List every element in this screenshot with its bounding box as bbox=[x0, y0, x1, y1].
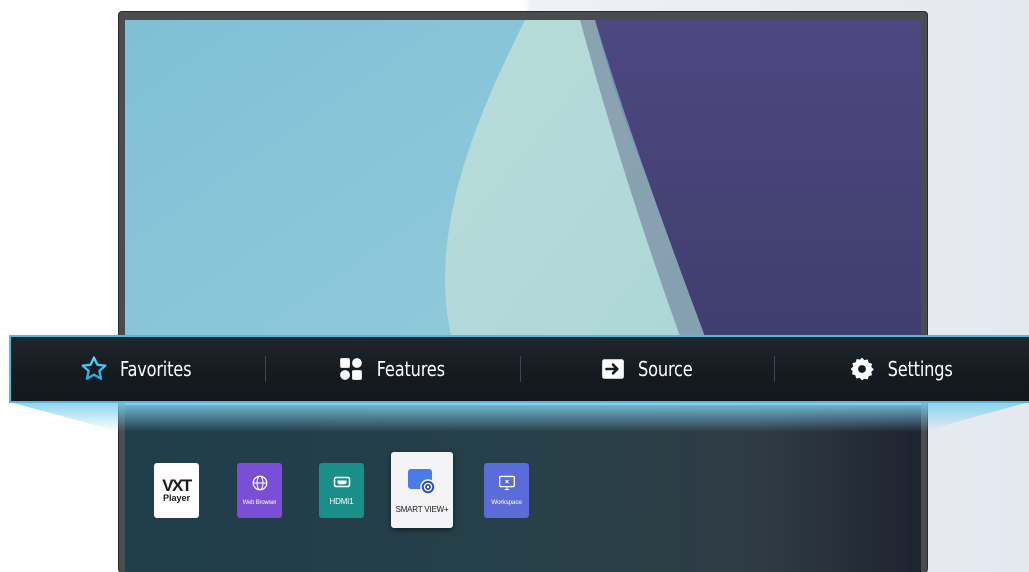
features-grid-icon bbox=[337, 355, 365, 383]
app-workspace[interactable]: Workspace bbox=[484, 462, 529, 518]
app-label: Player bbox=[162, 492, 191, 503]
app-label: Web Browser bbox=[242, 500, 277, 506]
menu-item-features[interactable]: Features bbox=[266, 337, 520, 401]
app-label: HDMI1 bbox=[329, 496, 354, 506]
workspace-monitor-icon bbox=[498, 475, 516, 496]
menu-item-favorites[interactable]: Favorites bbox=[11, 337, 265, 401]
app-launcher-row: VXT Player Web Browser HDMI1 SMART VIEW+… bbox=[154, 450, 529, 530]
globe-icon bbox=[251, 474, 269, 497]
gear-icon bbox=[848, 355, 876, 383]
menu-glow bbox=[10, 402, 1029, 432]
smart-view-icon bbox=[406, 467, 438, 502]
menu-item-label: Source bbox=[638, 357, 693, 381]
app-label: SMART VIEW+ bbox=[395, 504, 449, 514]
menu-item-source[interactable]: Source bbox=[521, 337, 775, 401]
app-web-browser[interactable]: Web Browser bbox=[237, 462, 282, 518]
app-label: Workspace bbox=[491, 498, 522, 506]
app-vxt-player[interactable]: VXT Player bbox=[154, 462, 199, 518]
source-input-icon bbox=[599, 355, 627, 383]
menu-item-settings[interactable]: Settings bbox=[775, 337, 1029, 401]
app-hdmi1[interactable]: HDMI1 bbox=[319, 462, 364, 518]
menu-item-label: Settings bbox=[887, 357, 953, 381]
vxt-logo-text: VXT bbox=[162, 475, 192, 495]
star-icon bbox=[80, 355, 108, 383]
hdmi-port-icon bbox=[333, 475, 351, 494]
menu-item-label: Features bbox=[376, 357, 445, 381]
menu-item-label: Favorites bbox=[120, 357, 192, 381]
app-smart-view-plus[interactable]: SMART VIEW+ bbox=[391, 452, 453, 528]
quick-menu-bar: Favorites Features Source Settings bbox=[9, 335, 1029, 403]
